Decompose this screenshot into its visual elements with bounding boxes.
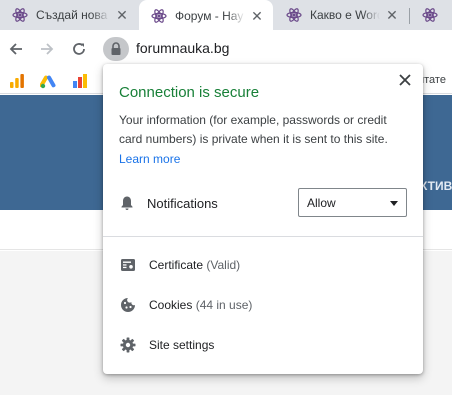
site-settings-row[interactable]: Site settings — [103, 325, 423, 365]
site-info-popup: Connection is secure Your information (f… — [103, 64, 423, 374]
gear-icon — [120, 337, 136, 353]
bell-icon — [121, 196, 133, 210]
tab-what-is-word[interactable]: Какво е Word ✕ — [274, 0, 408, 30]
address-bar[interactable]: forumnauka.bg — [100, 35, 452, 63]
popup-divider — [103, 236, 423, 237]
analytics-icon[interactable] — [9, 73, 25, 89]
atom-icon — [151, 9, 167, 23]
cookies-text: Cookies — [149, 298, 193, 312]
certificate-row[interactable]: Certificate (Valid) — [103, 245, 423, 285]
tab-strip: Създай нова т ✕ Форум - Нау ✕ Какво е Wo… — [0, 0, 452, 32]
close-icon[interactable]: ✕ — [114, 7, 130, 23]
tab-title: Какво е Word — [310, 8, 380, 22]
popup-close-button[interactable] — [397, 72, 413, 88]
atom-icon — [12, 8, 28, 22]
tab-title: Създай нова т — [36, 8, 110, 22]
reload-button[interactable] — [67, 37, 91, 61]
cookies-label: Cookies (44 in use) — [149, 298, 252, 312]
data-studio-icon[interactable] — [72, 73, 88, 89]
learn-more-link[interactable]: Learn more — [119, 152, 180, 166]
back-arrow-icon — [9, 43, 22, 55]
connection-description: Your information (for example, passwords… — [119, 113, 388, 146]
tab-partial[interactable] — [410, 0, 452, 30]
notifications-label: Notifications — [147, 196, 218, 211]
notifications-select-value: Allow — [307, 196, 336, 210]
tab-title: Форум - Нау — [175, 9, 244, 23]
back-button[interactable] — [4, 37, 28, 61]
toolbar: forumnauka.bg — [0, 30, 452, 68]
tab-create-new[interactable]: Създай нова т ✕ — [0, 0, 138, 30]
certificate-text: Certificate — [149, 258, 204, 272]
site-info-button[interactable] — [103, 37, 129, 61]
certificate-status: (Valid) — [206, 258, 241, 272]
site-settings-label: Site settings — [149, 338, 215, 352]
tab-forum[interactable]: Форум - Нау ✕ — [139, 0, 273, 32]
cookies-row[interactable]: Cookies (44 in use) — [103, 285, 423, 325]
certificate-icon — [121, 259, 135, 271]
atom-icon — [422, 8, 438, 22]
reload-icon — [73, 43, 85, 55]
close-icon[interactable]: ✕ — [249, 8, 265, 24]
url-text[interactable]: forumnauka.bg — [136, 40, 229, 56]
chevron-down-icon — [390, 201, 398, 206]
connection-status-title: Connection is secure — [119, 84, 260, 101]
notifications-select[interactable]: Allow — [298, 188, 407, 217]
cookies-status: (44 in use) — [195, 298, 253, 312]
atom-icon — [286, 8, 302, 22]
google-ads-icon[interactable] — [40, 73, 56, 89]
close-icon[interactable]: ✕ — [384, 7, 400, 23]
lock-icon — [111, 42, 121, 55]
forward-arrow-icon — [41, 43, 54, 55]
notifications-row: Notifications Allow — [103, 184, 423, 224]
certificate-label: Certificate (Valid) — [149, 258, 240, 272]
close-icon — [399, 74, 411, 86]
cookie-icon — [121, 298, 135, 312]
banner-nav-text[interactable]: КТИВ — [420, 179, 452, 193]
forward-button[interactable] — [35, 37, 59, 61]
